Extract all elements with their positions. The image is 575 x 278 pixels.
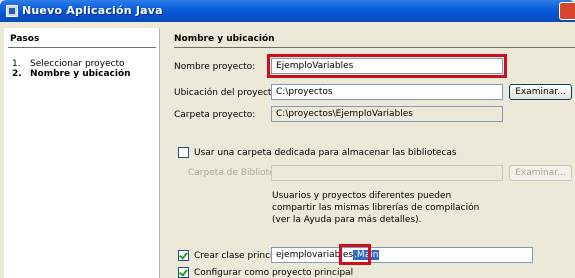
project-folder-field: C:\proyectos\EjemploVariables xyxy=(271,106,503,122)
steps-divider xyxy=(8,47,156,48)
step-number: 2. xyxy=(12,69,22,79)
step-number: 1. xyxy=(12,59,21,69)
browse-button[interactable]: Examinar... xyxy=(509,84,572,100)
dedicated-folder-checkbox[interactable] xyxy=(178,147,189,158)
step-select-project: 1. Seleccionar proyecto xyxy=(12,59,125,69)
step-name-location: 2. Nombre y ubicación xyxy=(12,69,131,79)
browse-libraries-button[interactable]: Examinar... xyxy=(509,165,572,181)
step-label: Nombre y ubicación xyxy=(30,69,131,79)
set-main-project-checkbox[interactable] xyxy=(178,267,189,278)
title-bar[interactable]: Nuevo Aplicación Java xyxy=(0,0,575,22)
project-name-label: Nombre proyecto: xyxy=(174,62,256,72)
steps-panel: Pasos 1. Seleccionar proyecto 2. Nombre y … xyxy=(4,28,160,278)
main-class-input[interactable]: ejemplovariables.Main xyxy=(271,247,533,263)
main-panel: Nombre y ubicación Nombre proyecto: Ejem… xyxy=(160,28,575,278)
section-divider xyxy=(174,47,575,48)
location-input[interactable]: C:\proyectos xyxy=(271,84,503,100)
highlight-box xyxy=(339,244,371,265)
app-icon xyxy=(6,5,18,17)
location-label: Ubicación del proyecto: xyxy=(174,88,280,98)
section-title: Nombre y ubicación xyxy=(174,34,275,44)
close-button[interactable] xyxy=(559,2,575,20)
shared-libraries-info: Usuarios y proyectos diferentes pueden c… xyxy=(272,191,480,225)
window-title: Nuevo Aplicación Java xyxy=(22,4,163,17)
highlight-box xyxy=(267,54,507,78)
create-main-class-checkbox[interactable] xyxy=(178,250,189,261)
step-label: Seleccionar proyecto xyxy=(30,59,125,69)
set-main-project-label[interactable]: Configurar como proyecto principal xyxy=(194,268,353,278)
libraries-folder-input[interactable] xyxy=(271,165,503,181)
steps-header: Pasos xyxy=(10,34,40,44)
project-folder-label: Carpeta proyecto: xyxy=(174,110,256,120)
dedicated-folder-label[interactable]: Usar una carpeta dedicada para almacenar… xyxy=(194,148,457,158)
